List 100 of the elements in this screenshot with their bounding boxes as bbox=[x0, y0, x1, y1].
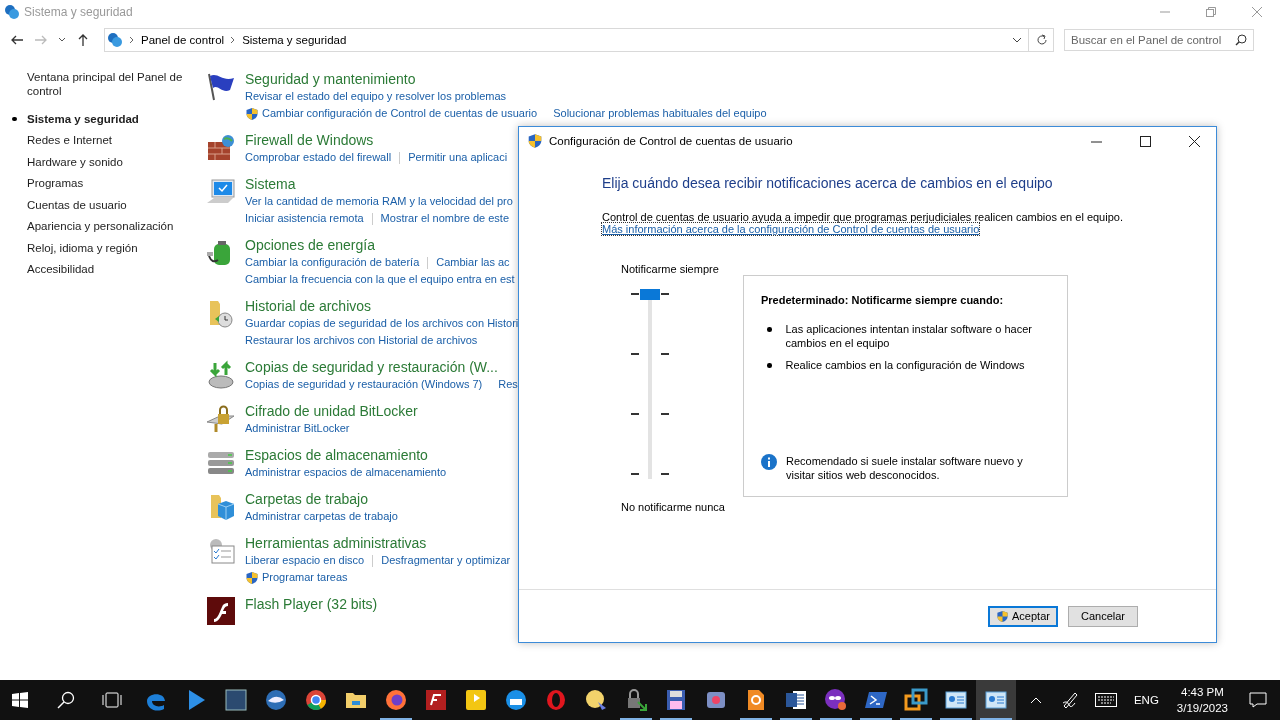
category-title[interactable]: Seguridad y mantenimiento bbox=[245, 70, 416, 88]
task-link[interactable]: Administrar carpetas de trabajo bbox=[245, 508, 398, 525]
task-link[interactable]: Solucionar problemas habituales del equipo bbox=[553, 105, 767, 122]
task-link[interactable]: Administrar espacios de almacenamiento bbox=[245, 464, 447, 481]
category-title[interactable]: Carpetas de trabajo bbox=[245, 490, 368, 508]
task-link[interactable]: Iniciar asistencia remota bbox=[245, 210, 364, 227]
window-icon bbox=[944, 688, 968, 712]
task-link[interactable]: Comprobar estado del firewall bbox=[245, 149, 392, 166]
maximize-icon bbox=[1140, 135, 1151, 147]
pen-icon bbox=[1060, 691, 1079, 709]
category-title[interactable]: Sistema bbox=[245, 175, 296, 193]
back-arrow-icon bbox=[10, 33, 24, 47]
task-link[interactable]: Cambiar configuración de Control de cuentas de usuario bbox=[245, 105, 538, 122]
shield-icon bbox=[996, 609, 1010, 623]
sidebar-item[interactable]: Accesibilidad bbox=[11, 262, 205, 276]
task-link[interactable]: Mostrar el nombre de este bbox=[380, 210, 509, 227]
chevron-icon bbox=[129, 36, 135, 44]
more-info-link[interactable]: Más información acerca de la configuración de Control de cuentas de usuario bbox=[602, 223, 980, 235]
task-link[interactable]: Liberar espacio en disco bbox=[245, 552, 365, 569]
app-icon bbox=[904, 688, 928, 712]
sidebar-item[interactable]: Reloj, idioma y región bbox=[11, 240, 205, 255]
category-title[interactable]: Espacios de almacenamiento bbox=[245, 446, 428, 464]
dropdown-icon[interactable] bbox=[1012, 36, 1022, 44]
keyboard-icon bbox=[1094, 693, 1117, 707]
dialog-button[interactable]: Aceptar bbox=[988, 605, 1058, 627]
task-link[interactable]: Desfragmentar y optimizar bbox=[381, 552, 511, 569]
task-link[interactable]: Ver la cantidad de memoria RAM y la velocidad del pro bbox=[245, 193, 513, 210]
task-link[interactable]: Revisar el estado del equipo y resolver los problemas bbox=[245, 88, 507, 105]
sidebar-item[interactable]: Ventana principal del Panel de control bbox=[11, 70, 205, 98]
category-title[interactable]: Historial de archivos bbox=[245, 297, 372, 315]
up-arrow-icon bbox=[76, 33, 90, 47]
speech-bubble-icon bbox=[1249, 692, 1267, 708]
category-title[interactable]: Cifrado de unidad BitLocker bbox=[245, 402, 418, 420]
app-icon bbox=[224, 688, 248, 712]
close-icon bbox=[1252, 7, 1262, 17]
task-link[interactable]: Programar tareas bbox=[245, 569, 348, 586]
breadcrumb[interactable]: Panel de control bbox=[141, 34, 225, 46]
taskbar-app-button[interactable] bbox=[976, 680, 1016, 720]
document-icon bbox=[784, 688, 808, 712]
window-title: Sistema y seguridad bbox=[24, 5, 133, 19]
task-link[interactable]: Copias de seguridad y restauración (Windows 7) bbox=[245, 376, 483, 393]
bullet-item: Las aplicaciones intentan instalar software o hacer cambios en el equipo bbox=[785, 322, 1033, 350]
restore-icon bbox=[1206, 7, 1216, 17]
caret-icon bbox=[1029, 696, 1042, 704]
slider-top-label: Notificarme siempre bbox=[621, 263, 720, 275]
category-title[interactable]: Firewall de Windows bbox=[245, 131, 374, 149]
window-icon bbox=[984, 688, 1008, 712]
shield-icon bbox=[245, 106, 259, 121]
sidebar-item[interactable]: Apariencia y personalización bbox=[11, 219, 205, 233]
chevron-icon bbox=[230, 36, 237, 44]
sidebar-item[interactable]: Sistema y seguridad bbox=[11, 111, 205, 126]
drive-arrows-icon bbox=[206, 360, 236, 390]
address-bar[interactable]: Panel de control Sistema y seguridad bbox=[104, 28, 1054, 52]
category-title[interactable]: Copias de seguridad y restauración (W... bbox=[245, 358, 498, 376]
close-icon bbox=[1189, 135, 1200, 147]
sidebar-item[interactable]: Programas bbox=[11, 176, 205, 190]
slider-bottom-label: No notificarme nunca bbox=[621, 501, 726, 513]
app-icon bbox=[424, 688, 448, 712]
task-link[interactable]: Cambiar las ac bbox=[436, 254, 510, 271]
sidebar-item[interactable]: Hardware y sonido bbox=[11, 154, 205, 169]
category-title[interactable]: Herramientas administrativas bbox=[245, 534, 427, 552]
sidebar-item[interactable]: Cuentas de usuario bbox=[11, 197, 205, 212]
clock[interactable]: 4:43 PM 3/19/2023 bbox=[1168, 684, 1236, 716]
search-field[interactable]: Buscar en el Panel de control bbox=[1064, 29, 1254, 51]
language-indicator[interactable]: ENG bbox=[1123, 694, 1169, 706]
flag-icon bbox=[206, 72, 236, 102]
caret-icon bbox=[58, 36, 66, 44]
task-link[interactable]: Restaurar los archivos con Historial de archivos bbox=[245, 332, 478, 349]
bullet-icon bbox=[767, 363, 772, 368]
task-link[interactable]: Guardar copias de seguridad de los archivos con Histori bbox=[245, 315, 519, 332]
app-icon bbox=[584, 688, 608, 712]
sidebar-item[interactable]: Redes e Internet bbox=[11, 133, 205, 147]
dialog-button[interactable]: Cancelar bbox=[1068, 605, 1138, 627]
info-icon bbox=[761, 454, 777, 470]
browser-icon bbox=[384, 688, 408, 712]
breadcrumb[interactable]: Sistema y seguridad bbox=[242, 34, 347, 46]
search-icon bbox=[1235, 34, 1247, 46]
task-view-icon bbox=[102, 692, 122, 708]
bullet-item: Realice cambios en la configuración de Windows bbox=[785, 358, 1025, 372]
app-icon bbox=[824, 688, 848, 712]
padlock-icon bbox=[206, 404, 236, 434]
category-title[interactable]: Opciones de energía bbox=[245, 236, 375, 254]
recommendation-note: Recomendado si suele instalar software nuevo y visitar sitios web desconocidos. bbox=[786, 454, 1024, 482]
shield-icon bbox=[527, 133, 543, 149]
swoosh-icon bbox=[207, 597, 235, 625]
bullet-icon bbox=[767, 327, 772, 332]
task-link[interactable]: Administrar BitLocker bbox=[245, 420, 350, 437]
notification-slider[interactable] bbox=[631, 289, 669, 479]
task-link[interactable]: Permitir una aplicaci bbox=[408, 149, 508, 166]
dialog-heading: Elija cuándo desea recibir notificaciones acerca de cambios en el equipo bbox=[602, 175, 1054, 191]
task-link[interactable]: Cambiar la configuración de batería bbox=[245, 254, 420, 271]
slider-thumb[interactable] bbox=[640, 289, 660, 300]
task-link[interactable]: Res bbox=[498, 376, 518, 393]
task-link[interactable]: Cambiar la frecuencia con la que el equipo entra en est bbox=[245, 271, 515, 288]
category-title[interactable]: Flash Player (32 bits) bbox=[245, 595, 378, 613]
browser-icon bbox=[544, 688, 568, 712]
app-icon bbox=[464, 688, 488, 712]
shield-icon bbox=[245, 570, 259, 585]
forward-arrow-icon bbox=[34, 33, 48, 47]
refresh-icon[interactable] bbox=[1035, 33, 1049, 47]
